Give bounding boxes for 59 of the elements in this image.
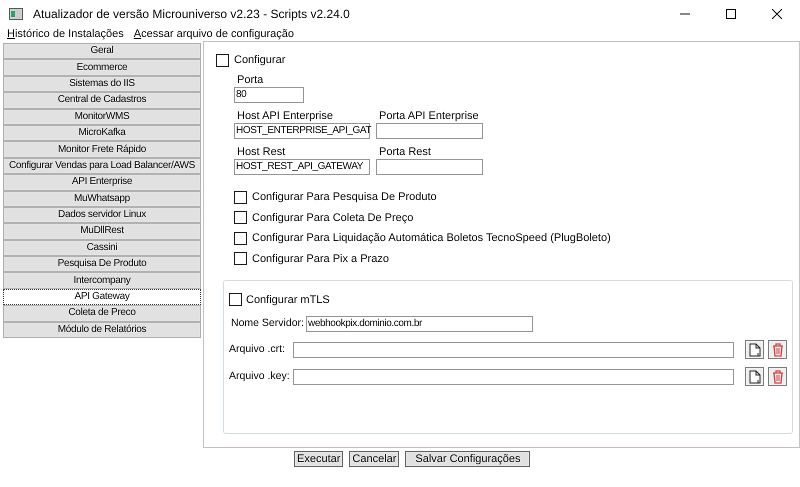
field-label: Porta xyxy=(237,72,264,86)
menu-item[interactable]: Acessar arquivo de configuração xyxy=(134,26,294,43)
tab[interactable]: Coleta de Preco xyxy=(3,305,201,322)
field-label: Nome Servidor: xyxy=(231,316,305,332)
checkbox[interactable] xyxy=(234,232,247,245)
checkbox-label: Configurar Para Coleta De Preço xyxy=(252,210,414,226)
tab[interactable]: Sistemas do IIS xyxy=(3,76,201,92)
tab[interactable]: Ecommerce xyxy=(3,59,201,76)
tab[interactable]: Módulo de Relatórios xyxy=(3,322,201,338)
checkbox-label: Configurar Para Pix a Prazo xyxy=(252,252,389,266)
checkbox-label: Configurar xyxy=(234,53,286,68)
tab[interactable]: MuDllRest xyxy=(3,223,201,240)
action-button[interactable]: Cancelar xyxy=(349,451,400,467)
input-field[interactable] xyxy=(376,122,483,138)
field-label: Host Rest xyxy=(237,144,286,158)
tab[interactable]: Intercompany xyxy=(3,272,201,289)
field-label: Arquivo .crt: xyxy=(229,342,286,357)
maximize-icon[interactable] xyxy=(726,9,736,19)
checkbox[interactable] xyxy=(229,293,242,306)
field-label: Arquivo .key: xyxy=(229,368,291,384)
field-label: Porta Rest xyxy=(379,144,432,158)
checkbox-label: Configurar mTLS xyxy=(246,292,330,308)
checkbox[interactable] xyxy=(234,211,247,224)
input-field[interactable] xyxy=(293,342,734,358)
checkbox[interactable] xyxy=(234,252,247,266)
window-title: Atualizador de versão Microuniverso v2.23 - Scripts v2.24.0 xyxy=(33,6,350,23)
input-field[interactable] xyxy=(293,368,734,384)
tab[interactable]: MuWhatsapp xyxy=(3,190,201,207)
action-button[interactable]: Salvar Configurações xyxy=(405,451,530,467)
input-field[interactable]: webhookpix.dominio.com.br xyxy=(306,316,533,332)
tab[interactable]: Cassini xyxy=(3,240,201,256)
trash-icon[interactable] xyxy=(768,367,787,386)
tab[interactable]: Dados servidor Linux xyxy=(3,206,201,224)
tab[interactable]: API Enterprise xyxy=(3,174,201,191)
input-field[interactable]: HOST_ENTERPRISE_API_GAT xyxy=(234,122,370,138)
tab[interactable]: Configurar Vendas para Load Balancer/AWS xyxy=(3,158,201,174)
tab[interactable]: API Gateway xyxy=(3,288,201,306)
action-button[interactable]: Executar xyxy=(294,451,344,467)
tab[interactable]: Central de Cadastros xyxy=(3,92,201,109)
input-field[interactable] xyxy=(376,158,483,174)
app-icon xyxy=(9,8,23,20)
field-label: Porta API Enterprise xyxy=(379,108,480,122)
field-label: Host API Enterprise xyxy=(237,108,334,122)
checkbox-label: Configurar Para Pesquisa De Produto xyxy=(252,190,437,205)
input-field[interactable]: 80 xyxy=(234,86,304,102)
tab[interactable]: Geral xyxy=(3,43,201,60)
menu-item[interactable]: Histórico de Instalações xyxy=(7,26,124,43)
trash-icon[interactable] xyxy=(768,340,787,359)
tab[interactable]: MonitorWMS xyxy=(3,108,201,125)
checkbox[interactable] xyxy=(234,190,247,204)
checkbox-label: Configurar Para Liquidação Automática Boletos TecnoSpeed (PlugBoleto) xyxy=(252,231,611,246)
tab[interactable]: Monitor Frete Rápido xyxy=(3,141,201,158)
file-icon[interactable] xyxy=(745,340,764,359)
input-field[interactable]: HOST_REST_API_GATEWAY xyxy=(234,158,370,174)
tab[interactable]: Pesquisa De Produto xyxy=(3,256,201,272)
close-icon[interactable] xyxy=(772,9,782,19)
checkbox[interactable] xyxy=(216,54,229,67)
file-icon[interactable] xyxy=(745,367,764,386)
tab[interactable]: MicroKafka xyxy=(3,124,201,142)
